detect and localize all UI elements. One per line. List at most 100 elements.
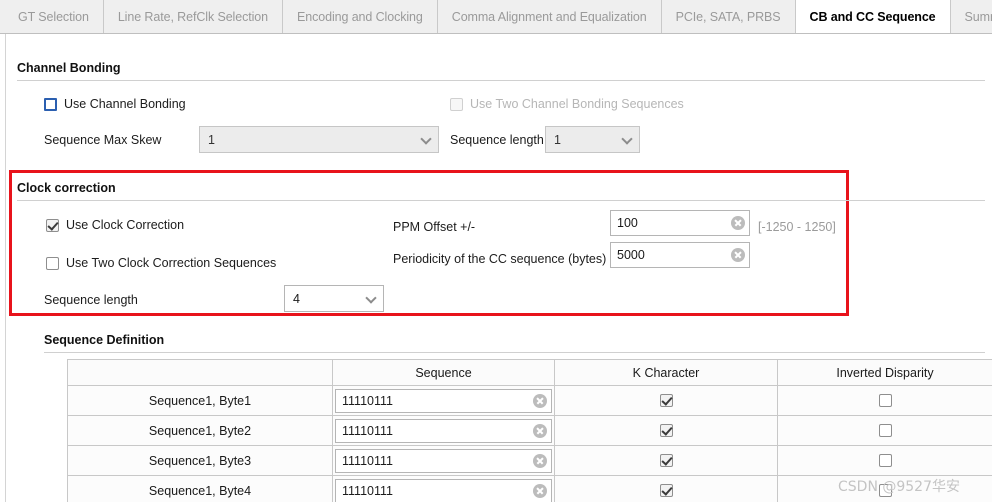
- sequence-input[interactable]: 11110111: [335, 389, 552, 413]
- clock-correction-rule: [17, 200, 985, 201]
- periodicity-label: Periodicity of the CC sequence (bytes): [393, 251, 606, 267]
- k-character-checkbox[interactable]: [555, 424, 777, 437]
- checkbox-checked-icon: [660, 484, 673, 497]
- k-character-checkbox[interactable]: [555, 484, 777, 497]
- clock-correction-title: Clock correction: [17, 181, 116, 195]
- periodicity-value: 5000: [617, 248, 645, 262]
- clear-icon[interactable]: [533, 424, 547, 438]
- checkbox-box-icon: [879, 424, 892, 437]
- inverted-disparity-checkbox[interactable]: [778, 394, 992, 407]
- use-clock-correction-label: Use Clock Correction: [66, 217, 184, 233]
- cb-sequence-length-select[interactable]: 1: [545, 126, 640, 153]
- k-character-cell: [555, 386, 778, 416]
- clear-icon[interactable]: [533, 454, 547, 468]
- sequence-value: 11110111: [342, 424, 393, 438]
- page-content: Channel Bonding Use Channel Bonding Use …: [0, 34, 992, 502]
- tab-encoding-clocking[interactable]: Encoding and Clocking: [283, 0, 438, 33]
- checkbox-box-icon: [450, 98, 463, 111]
- sequence-cell: 11110111: [333, 446, 555, 476]
- cc-sequence-length-label: Sequence length: [44, 292, 138, 308]
- inverted-disparity-checkbox[interactable]: [778, 454, 992, 467]
- k-character-cell: [555, 446, 778, 476]
- cc-sequence-length-value: 4: [293, 292, 300, 306]
- table-row: Sequence1, Byte4 11110111: [68, 476, 992, 502]
- checkbox-box-icon: [879, 454, 892, 467]
- tab-comma-alignment[interactable]: Comma Alignment and Equalization: [438, 0, 662, 33]
- sequence-value: 11110111: [342, 394, 393, 408]
- cb-sequence-length-label: Sequence length: [450, 132, 544, 148]
- col-header-k-character: K Character: [555, 360, 778, 386]
- k-character-checkbox[interactable]: [555, 394, 777, 407]
- sequence-max-skew-label: Sequence Max Skew: [44, 132, 161, 148]
- ppm-offset-range-hint: [-1250 - 1250]: [758, 219, 836, 235]
- k-character-checkbox[interactable]: [555, 454, 777, 467]
- sequence-input[interactable]: 11110111: [335, 479, 552, 502]
- clear-icon[interactable]: [731, 248, 745, 262]
- inverted-disparity-cell: [778, 476, 992, 502]
- checkbox-checked-icon: [46, 219, 59, 232]
- sequence-input[interactable]: 11110111: [335, 449, 552, 473]
- tab-summary[interactable]: Summary: [951, 0, 992, 33]
- table-header-row: Sequence K Character Inverted Disparity: [68, 360, 992, 386]
- k-character-cell: [555, 476, 778, 502]
- tab-cb-and-cc-sequence[interactable]: CB and CC Sequence: [795, 0, 951, 33]
- clear-icon[interactable]: [731, 216, 745, 230]
- table-row: Sequence1, Byte3 11110111: [68, 446, 992, 476]
- table-row: Sequence1, Byte1 11110111: [68, 386, 992, 416]
- cc-sequence-length-select[interactable]: 4: [284, 285, 384, 312]
- use-two-channel-bonding-sequences-label: Use Two Channel Bonding Sequences: [470, 96, 684, 112]
- periodicity-input[interactable]: 5000: [610, 242, 750, 268]
- inverted-disparity-cell: [778, 416, 992, 446]
- tab-line-rate-refclk[interactable]: Line Rate, RefClk Selection: [104, 0, 283, 33]
- col-header-sequence: Sequence: [333, 360, 555, 386]
- ppm-offset-input[interactable]: 100: [610, 210, 750, 236]
- chevron-down-icon: [622, 134, 633, 145]
- checkbox-box-icon: [879, 484, 892, 497]
- use-two-channel-bonding-sequences-checkbox: Use Two Channel Bonding Sequences: [450, 96, 684, 112]
- inverted-disparity-cell: [778, 446, 992, 476]
- channel-bonding-rule: [17, 80, 985, 81]
- inverted-disparity-cell: [778, 386, 992, 416]
- left-gutter: [0, 34, 6, 502]
- checkbox-checked-icon: [660, 394, 673, 407]
- sequence-value: 11110111: [342, 454, 393, 468]
- sequence-value: 11110111: [342, 484, 393, 498]
- inverted-disparity-checkbox[interactable]: [778, 424, 992, 437]
- tab-bar: GT Selection Line Rate, RefClk Selection…: [0, 0, 992, 34]
- row-label: Sequence1, Byte3: [68, 446, 333, 476]
- row-label: Sequence1, Byte4: [68, 476, 333, 502]
- sequence-max-skew-select[interactable]: 1: [199, 126, 439, 153]
- ppm-offset-value: 100: [617, 216, 638, 230]
- use-channel-bonding-label: Use Channel Bonding: [64, 96, 186, 112]
- use-channel-bonding-checkbox[interactable]: Use Channel Bonding: [44, 96, 186, 112]
- tab-gt-selection[interactable]: GT Selection: [4, 0, 104, 33]
- use-two-clock-correction-sequences-label: Use Two Clock Correction Sequences: [66, 255, 276, 271]
- col-header-inverted-disparity: Inverted Disparity: [778, 360, 992, 386]
- table-row: Sequence1, Byte2 11110111: [68, 416, 992, 446]
- tab-pcie-sata-prbs[interactable]: PCIe, SATA, PRBS: [662, 0, 796, 33]
- chevron-down-icon: [421, 134, 432, 145]
- k-character-cell: [555, 416, 778, 446]
- checkbox-box-icon: [46, 257, 59, 270]
- channel-bonding-title: Channel Bonding: [17, 61, 120, 75]
- use-clock-correction-checkbox[interactable]: Use Clock Correction: [46, 217, 184, 233]
- sequence-cell: 11110111: [333, 476, 555, 502]
- inverted-disparity-checkbox[interactable]: [778, 484, 992, 497]
- sequence-max-skew-value: 1: [208, 133, 215, 147]
- use-two-clock-correction-sequences-checkbox[interactable]: Use Two Clock Correction Sequences: [46, 255, 276, 271]
- checkbox-box-icon: [44, 98, 57, 111]
- clear-icon[interactable]: [533, 394, 547, 408]
- checkbox-box-icon: [879, 394, 892, 407]
- row-label: Sequence1, Byte2: [68, 416, 333, 446]
- ppm-offset-label: PPM Offset +/-: [393, 219, 475, 235]
- checkbox-checked-icon: [660, 454, 673, 467]
- col-header-blank: [68, 360, 333, 386]
- sequence-input[interactable]: 11110111: [335, 419, 552, 443]
- gtwizard-cb-cc-sequence-page: GT Selection Line Rate, RefClk Selection…: [0, 0, 992, 502]
- sequence-cell: 11110111: [333, 416, 555, 446]
- row-label: Sequence1, Byte1: [68, 386, 333, 416]
- clear-icon[interactable]: [533, 484, 547, 498]
- sequence-definition-table: Sequence K Character Inverted Disparity …: [67, 359, 992, 502]
- sequence-definition-rule: [44, 352, 985, 353]
- checkbox-checked-icon: [660, 424, 673, 437]
